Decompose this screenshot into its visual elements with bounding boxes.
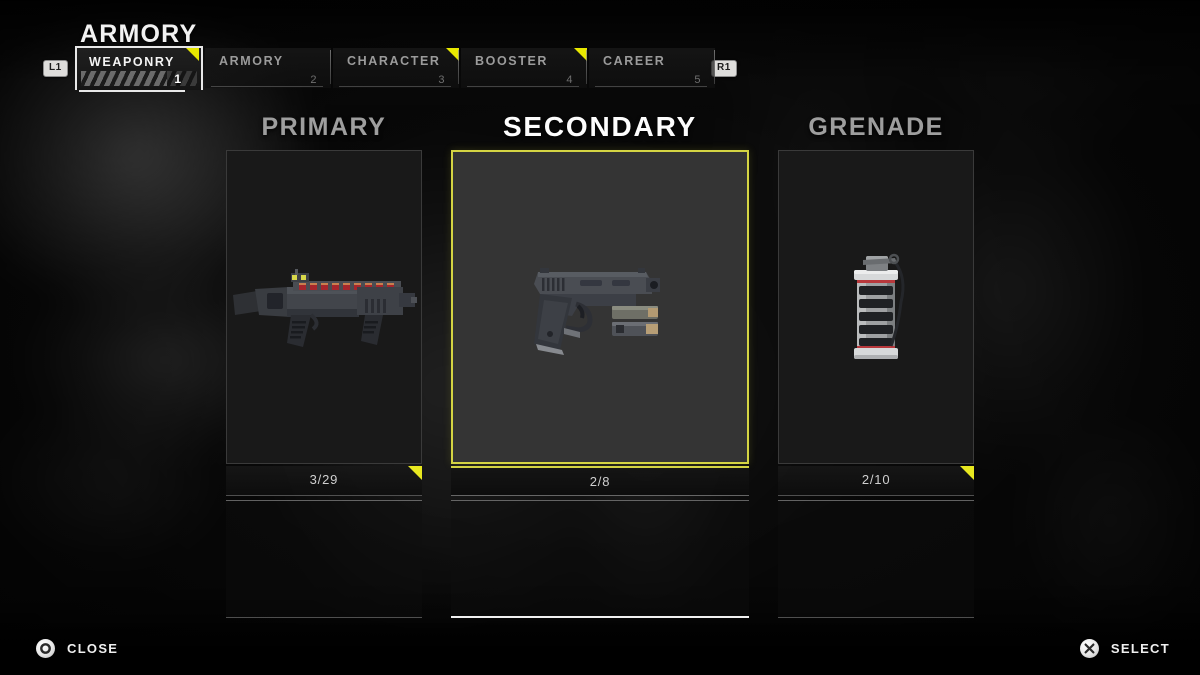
- pistol-with-laser-icon: [453, 152, 747, 462]
- circle-button-icon: [36, 639, 55, 658]
- tab-character[interactable]: CHARACTER 3: [333, 48, 459, 88]
- slot-title-primary: PRIMARY: [261, 113, 387, 141]
- ammo-counter-secondary: 2/8: [450, 466, 750, 496]
- tab-weaponry-number: 1: [174, 72, 181, 86]
- tab-career-label: CAREER: [603, 54, 666, 68]
- tab-divider: [458, 50, 459, 84]
- tab-baseline: [595, 86, 707, 87]
- ammo-counter-primary: 3/29: [226, 466, 422, 496]
- slot-title-secondary: SECONDARY: [502, 111, 698, 142]
- slot-item-primary[interactable]: [226, 150, 422, 464]
- tab-divider: [586, 50, 587, 84]
- tab-bar: WEAPONRY 1 ARMORY 2 CHARACTER 3 BOOSTER …: [75, 46, 717, 92]
- select-button-label: SELECT: [1110, 641, 1170, 656]
- mod-slot-secondary[interactable]: [450, 500, 750, 618]
- slot-marker-icon: [407, 466, 422, 480]
- tab-character-number: 3: [438, 74, 445, 86]
- cylinder-grenade-icon: [779, 151, 973, 463]
- tab-booster-label: BOOSTER: [475, 54, 549, 68]
- tab-divider: [714, 50, 715, 84]
- loadout-slots: PRIMARY 3/29 SECONDARY 2/8 GRENADE 2/10: [226, 108, 974, 618]
- tab-baseline: [211, 86, 323, 87]
- slot-title-grenade: GRENADE: [808, 113, 944, 141]
- tab-corner-marker-icon: [186, 48, 199, 61]
- ui-layer: ARMORY L1 R1 WEAPONRY 1 ARMORY 2 CHARACT…: [0, 0, 1200, 675]
- tab-weaponry[interactable]: WEAPONRY 1: [75, 46, 203, 92]
- tab-career-number: 5: [694, 74, 701, 86]
- tab-character-label: CHARACTER: [347, 54, 441, 68]
- tab-weaponry-label: WEAPONRY: [89, 55, 175, 69]
- tab-divider: [330, 50, 331, 84]
- mod-slot-grenade[interactable]: [778, 500, 974, 618]
- slot-item-secondary[interactable]: [450, 150, 750, 464]
- assault-shotgun-icon: [227, 151, 421, 463]
- armory-screen: ARMORY L1 R1 WEAPONRY 1 ARMORY 2 CHARACT…: [0, 0, 1200, 675]
- footer-prompt-bar: CLOSE SELECT: [0, 623, 1200, 675]
- tab-armory-number: 2: [310, 74, 317, 86]
- slot-column-primary: PRIMARY 3/29: [226, 108, 422, 618]
- tab-armory[interactable]: ARMORY 2: [205, 48, 331, 88]
- slot-marker-icon: [960, 466, 974, 480]
- close-button[interactable]: CLOSE: [36, 639, 118, 658]
- slot-column-grenade: GRENADE 2/10: [778, 108, 974, 618]
- tab-baseline: [467, 86, 579, 87]
- slot-item-grenade[interactable]: [778, 150, 974, 464]
- tab-career[interactable]: CAREER 5: [589, 48, 715, 88]
- ammo-counter-grenade: 2/10: [778, 466, 974, 496]
- ammo-counter-grenade-value: 2/10: [861, 472, 891, 487]
- progress-remainder: [166, 71, 197, 86]
- ammo-counter-primary-value: 3/29: [309, 472, 339, 487]
- page-title: ARMORY: [80, 20, 198, 48]
- progress-fill: [81, 71, 167, 86]
- select-button[interactable]: SELECT: [1079, 639, 1170, 658]
- tab-baseline: [339, 86, 451, 87]
- ammo-counter-secondary-value: 2/8: [589, 474, 611, 489]
- tab-armory-label: ARMORY: [219, 54, 284, 68]
- cross-button-icon: [1079, 639, 1099, 658]
- slot-column-secondary: SECONDARY 2/8: [450, 108, 750, 618]
- close-button-label: CLOSE: [67, 641, 119, 656]
- tab-booster-number: 4: [566, 74, 573, 86]
- tab-booster[interactable]: BOOSTER 4: [461, 48, 587, 88]
- weaponry-progress-bar: 1: [81, 71, 197, 86]
- active-tab-underline: [79, 90, 185, 92]
- mod-slot-primary[interactable]: [226, 500, 422, 618]
- l1-bumper-badge[interactable]: L1: [43, 60, 68, 77]
